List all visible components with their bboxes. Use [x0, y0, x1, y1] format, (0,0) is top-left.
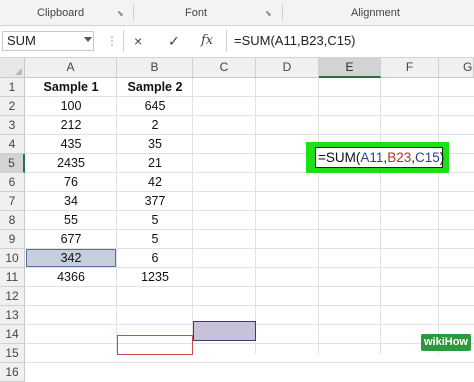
cell-a2[interactable]: 100 [25, 97, 117, 116]
cell-a7[interactable]: 34 [25, 192, 117, 211]
name-box-value: SUM [7, 33, 36, 48]
cell-b2[interactable]: 645 [117, 97, 193, 116]
ribbon-group-clipboard: Clipboard [37, 7, 85, 19]
select-all-button[interactable] [0, 58, 25, 78]
row-header-12[interactable]: 12 [0, 287, 25, 306]
gridline [380, 78, 381, 354]
cell-a5[interactable]: 2435 [25, 154, 117, 173]
ref-c15: C15 [414, 150, 440, 165]
formula-bar-divider [123, 30, 124, 52]
cell-a1[interactable]: Sample 1 [25, 78, 117, 97]
row-header-14[interactable]: 14 [0, 325, 25, 344]
row-header-3[interactable]: 3 [0, 116, 25, 135]
row-header-4[interactable]: 4 [0, 135, 25, 154]
column-header-f[interactable]: F [381, 58, 439, 78]
cancel-icon[interactable]: × [134, 32, 142, 50]
formula-suffix: ) [439, 150, 445, 165]
chevron-down-icon[interactable] [84, 37, 92, 42]
cell-a10[interactable]: 342 [25, 249, 117, 268]
row-header-7[interactable]: 7 [0, 192, 25, 211]
gridline [25, 362, 474, 363]
cell-b1[interactable]: Sample 2 [117, 78, 193, 97]
gridline [25, 305, 474, 306]
formula-input[interactable]: =SUM(A11,B23,C15) [234, 32, 356, 50]
formula-bar: SUM ⋮ × ✓ fx =SUM(A11,B23,C15) [0, 26, 474, 58]
ribbon-group-labels: Clipboard ⬊ Font ⬊ Alignment [0, 0, 474, 26]
gridline [438, 78, 439, 354]
enter-icon[interactable]: ✓ [168, 32, 180, 50]
ribbon-group-font: Font [185, 7, 208, 19]
formula-prefix: =SUM( [318, 150, 361, 165]
row-header-13[interactable]: 13 [0, 306, 25, 325]
cell-b5[interactable]: 21 [117, 154, 193, 173]
select-all-icon [15, 68, 22, 75]
ribbon-separator [133, 4, 134, 21]
gridline [25, 343, 474, 344]
ref-b23: B23 [387, 150, 412, 165]
ref-a11: A11 [360, 150, 384, 165]
column-header-a[interactable]: A [25, 58, 117, 78]
cell-b11[interactable]: 1235 [117, 268, 193, 287]
cell-a8[interactable]: 55 [25, 211, 117, 230]
cell-b6[interactable]: 42 [117, 173, 193, 192]
cell-b9[interactable]: 5 [117, 230, 193, 249]
ribbon-group-alignment: Alignment [351, 7, 400, 19]
cell-c15-reference-highlight[interactable] [193, 321, 256, 341]
cell-b3[interactable]: 2 [117, 116, 193, 135]
gridline [318, 78, 319, 354]
cell-b4[interactable]: 35 [117, 135, 193, 154]
cell-e5-editor[interactable]: =SUM(A11,B23,C15) [315, 147, 445, 168]
more-options-icon[interactable]: ⋮ [106, 35, 118, 47]
row-header-11[interactable]: 11 [0, 268, 25, 287]
formula-bar-divider [226, 30, 227, 52]
ribbon-separator [282, 4, 283, 21]
dialog-launcher-icon[interactable]: ⬊ [265, 10, 272, 18]
column-header-c[interactable]: C [193, 58, 256, 78]
row-header-1[interactable]: 1 [0, 78, 25, 97]
row-header-10[interactable]: 10 [0, 249, 25, 268]
cell-b8[interactable]: 5 [117, 211, 193, 230]
cell-a11[interactable]: 4366 [25, 268, 117, 287]
dialog-launcher-icon[interactable]: ⬊ [117, 10, 124, 18]
cell-a3[interactable]: 212 [25, 116, 117, 135]
cell-a9[interactable]: 677 [25, 230, 117, 249]
column-header-d[interactable]: D [256, 58, 319, 78]
cell-a6[interactable]: 76 [25, 173, 117, 192]
wikihow-watermark: wikiHow [421, 334, 471, 351]
row-header-16[interactable]: 16 [0, 363, 25, 382]
cell-a4[interactable]: 435 [25, 135, 117, 154]
column-header-g[interactable]: G [439, 58, 474, 78]
cell-b10[interactable]: 6 [117, 249, 193, 268]
insert-function-icon[interactable]: fx [201, 32, 213, 50]
gridline [255, 78, 256, 354]
column-header-e[interactable]: E [319, 58, 381, 78]
row-header-2[interactable]: 2 [0, 97, 25, 116]
row-header-8[interactable]: 8 [0, 211, 25, 230]
row-header-9[interactable]: 9 [0, 230, 25, 249]
cell-b7[interactable]: 377 [117, 192, 193, 211]
row-header-6[interactable]: 6 [0, 173, 25, 192]
row-header-5[interactable]: 5 [0, 154, 25, 173]
cell-b23-reference-highlight[interactable] [117, 335, 193, 355]
column-header-b[interactable]: B [117, 58, 193, 78]
name-box[interactable]: SUM [2, 31, 94, 51]
